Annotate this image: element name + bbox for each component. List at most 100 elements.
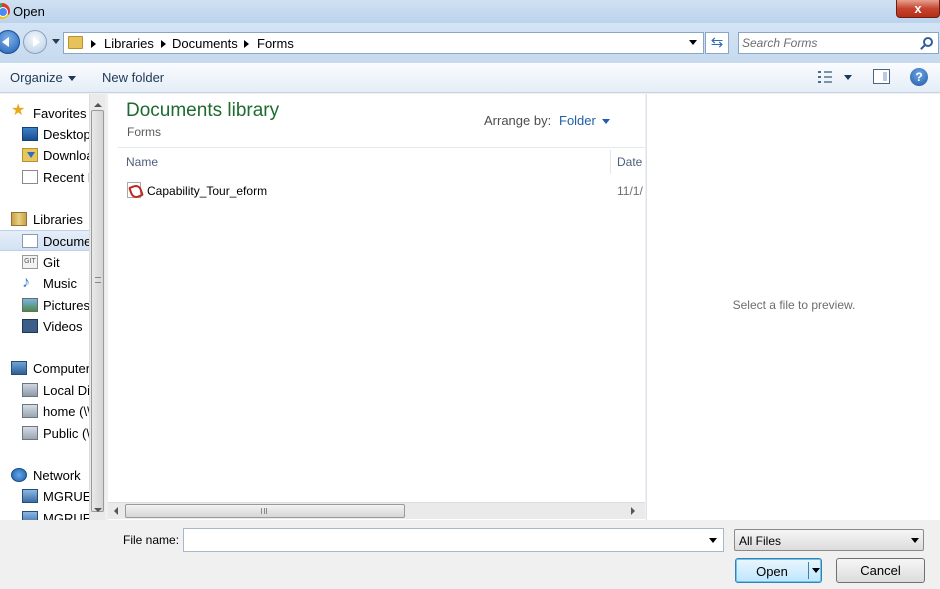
- pdf-icon: [127, 182, 141, 198]
- nav-git[interactable]: GIT Git: [0, 252, 92, 273]
- nav-home-drive[interactable]: home (\\: [0, 401, 92, 422]
- git-icon: GIT: [22, 255, 38, 269]
- search-box[interactable]: [738, 32, 939, 54]
- breadcrumb-separator-icon[interactable]: [91, 40, 96, 48]
- window-title: Open: [13, 4, 45, 19]
- nav-computer[interactable]: Computer: [0, 358, 92, 379]
- refresh-button[interactable]: ⇆: [705, 32, 729, 54]
- local-disk-icon: [22, 383, 38, 397]
- column-header-date[interactable]: Date: [617, 155, 642, 169]
- chevron-down-icon: [911, 538, 919, 547]
- breadcrumb-documents[interactable]: Documents: [172, 36, 238, 51]
- nav-pane-scrollbar[interactable]: [89, 94, 105, 520]
- file-type-value: All Files: [739, 534, 782, 548]
- libraries-icon: [11, 212, 27, 226]
- file-type-select[interactable]: All Files: [734, 529, 924, 551]
- search-icon[interactable]: [923, 37, 933, 47]
- view-dropdown-icon[interactable]: [844, 75, 852, 84]
- open-button-label[interactable]: Open: [736, 564, 808, 579]
- file-name-combobox[interactable]: [183, 528, 724, 552]
- open-dialog: Open x Libraries Documents Forms ⇆ Organ…: [0, 0, 940, 589]
- preview-placeholder: Select a file to preview.: [732, 298, 856, 312]
- split-divider: [808, 562, 809, 579]
- nav-network-pc[interactable]: MGRUEN: [0, 486, 92, 507]
- document-icon: [22, 234, 38, 248]
- nav-libraries[interactable]: Libraries: [0, 209, 92, 230]
- recent-places-icon: [22, 170, 38, 184]
- column-header-name[interactable]: Name: [126, 155, 158, 169]
- videos-icon: [22, 319, 38, 333]
- music-icon: ♪: [22, 274, 30, 291]
- column-divider[interactable]: [610, 150, 611, 174]
- nav-documents[interactable]: Documents: [0, 230, 92, 251]
- nav-public-drive[interactable]: Public (\\: [0, 423, 92, 444]
- nav-videos[interactable]: Videos: [0, 316, 92, 337]
- scroll-left-icon[interactable]: [114, 507, 118, 515]
- open-options-dropdown-icon[interactable]: [812, 568, 820, 577]
- arrange-by-value: Folder: [559, 113, 596, 128]
- nav-desktop[interactable]: Desktop: [0, 124, 92, 145]
- downloads-icon: [22, 148, 38, 162]
- nav-music[interactable]: ♪ Music: [0, 273, 92, 294]
- preview-pane: Select a file to preview.: [646, 94, 940, 520]
- file-row[interactable]: Capability_Tour_eform 11/1/: [122, 179, 645, 201]
- scroll-down-icon[interactable]: [94, 508, 102, 516]
- computer-icon: [22, 489, 38, 503]
- navigation-row: Libraries Documents Forms ⇆: [0, 23, 940, 63]
- network-drive-icon: [22, 404, 38, 418]
- arrange-by-label: Arrange by:: [484, 113, 552, 128]
- library-title: Documents library: [126, 100, 280, 121]
- nav-recent-places[interactable]: Recent Places: [0, 167, 92, 188]
- scroll-up-icon[interactable]: [94, 99, 102, 107]
- file-name-label: File name:: [123, 533, 180, 547]
- nav-favorites[interactable]: ★ Favorites: [0, 103, 92, 124]
- preview-pane-icon[interactable]: [873, 69, 890, 84]
- chrome-app-icon: [0, 3, 10, 19]
- close-button[interactable]: x: [896, 0, 940, 18]
- title-bar: Open x: [0, 0, 940, 23]
- desktop-icon: [22, 127, 38, 141]
- file-name-input[interactable]: [188, 532, 688, 548]
- file-name-dropdown-icon[interactable]: [709, 538, 717, 547]
- star-icon: ★: [11, 103, 26, 119]
- horizontal-scrollbar[interactable]: [108, 502, 645, 519]
- network-icon: [11, 468, 27, 482]
- nav-local-disk[interactable]: Local Disk: [0, 380, 92, 401]
- header-divider: [118, 147, 645, 148]
- file-list-pane: Documents library Forms Arrange by: Fold…: [108, 94, 645, 520]
- nav-network-pc[interactable]: MGRUEN: [0, 508, 92, 520]
- address-bar[interactable]: Libraries Documents Forms: [63, 32, 704, 54]
- organize-button[interactable]: Organize: [10, 70, 76, 85]
- computer-icon: [11, 361, 27, 375]
- breadcrumb-forms[interactable]: Forms: [257, 36, 294, 51]
- open-button[interactable]: Open: [735, 558, 822, 583]
- nav-downloads[interactable]: Downloads: [0, 145, 92, 166]
- scroll-right-icon[interactable]: [631, 507, 635, 515]
- view-options-icon[interactable]: [818, 71, 834, 83]
- help-icon[interactable]: ?: [910, 68, 928, 86]
- command-bar: Organize New folder ?: [0, 63, 940, 93]
- new-folder-button[interactable]: New folder: [102, 70, 164, 85]
- address-dropdown-icon[interactable]: [689, 40, 697, 49]
- file-date: 11/1/: [617, 184, 643, 198]
- forward-button[interactable]: [23, 30, 47, 54]
- back-button[interactable]: [0, 30, 20, 54]
- search-input[interactable]: [742, 35, 912, 51]
- folder-icon: [68, 36, 83, 49]
- organize-label: Organize: [10, 70, 63, 85]
- chevron-down-icon: [67, 76, 76, 85]
- cancel-button[interactable]: Cancel: [836, 558, 925, 583]
- network-drive-icon: [22, 426, 38, 440]
- computer-icon: [22, 511, 38, 520]
- breadcrumb-libraries[interactable]: Libraries: [104, 36, 154, 51]
- pictures-icon: [22, 298, 38, 312]
- scrollbar-thumb[interactable]: [91, 110, 104, 512]
- nav-pictures[interactable]: Pictures: [0, 295, 92, 316]
- scrollbar-thumb[interactable]: [125, 504, 405, 518]
- nav-network[interactable]: Network: [0, 465, 92, 486]
- library-subtitle: Forms: [127, 125, 161, 139]
- breadcrumb-separator-icon[interactable]: [244, 40, 249, 48]
- breadcrumb-separator-icon[interactable]: [161, 40, 166, 48]
- recent-locations-dropdown[interactable]: [52, 39, 60, 48]
- arrange-by-dropdown[interactable]: Folder: [559, 113, 610, 128]
